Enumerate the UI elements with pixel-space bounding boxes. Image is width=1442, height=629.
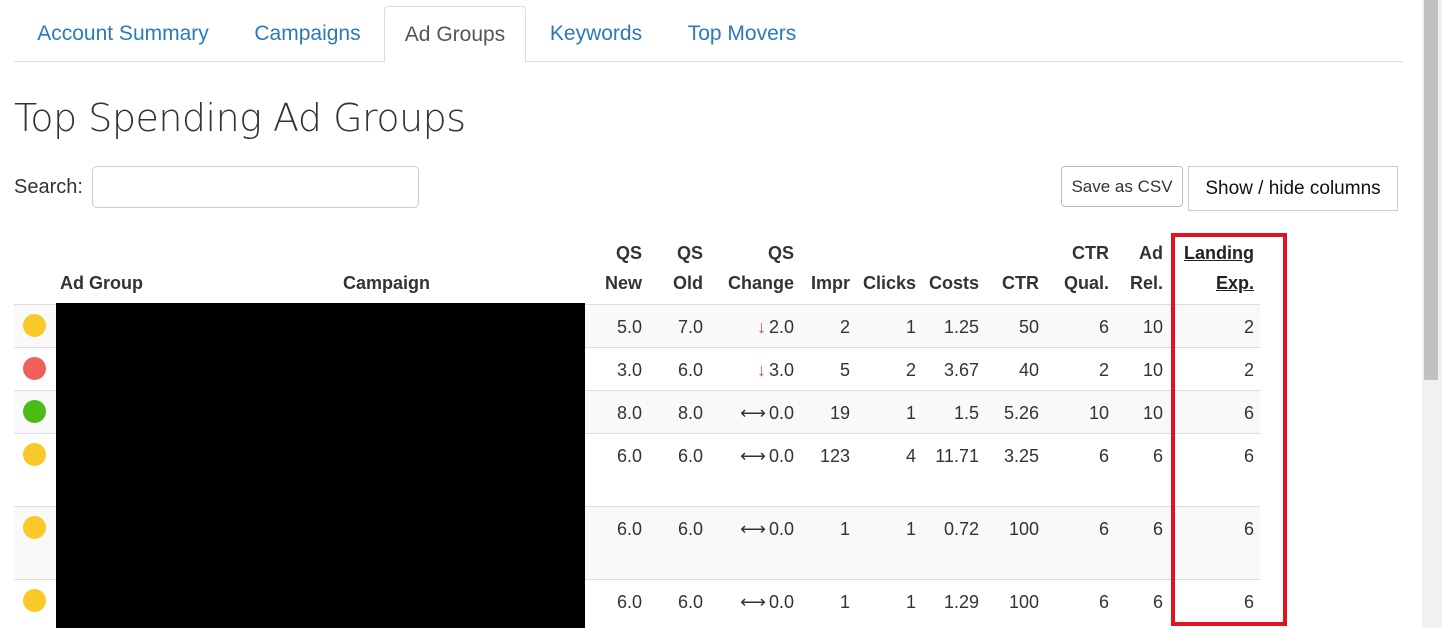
status-dot — [23, 314, 46, 337]
change-indicator: ↓ — [756, 360, 766, 380]
cell-clicks: 2 — [905, 360, 916, 380]
cell-clicks: 1 — [905, 519, 916, 539]
cell-ad-rel: 6 — [1152, 519, 1163, 539]
col-header-campaign[interactable]: Campaign — [343, 268, 430, 298]
search-input[interactable] — [92, 166, 419, 208]
cell-clicks: 1 — [905, 317, 916, 337]
col-header-clicks[interactable]: Clicks — [858, 268, 916, 298]
cell-qs-new: 3.0 — [616, 360, 642, 380]
change-indicator: ⟷ — [740, 592, 766, 612]
cell-landing-exp: 6 — [1243, 446, 1254, 466]
col-header-ctr[interactable]: CTR — [990, 268, 1039, 298]
cell-landing-exp: 2 — [1243, 317, 1254, 337]
col-header-ad-group[interactable]: Ad Group — [60, 268, 143, 298]
cell-costs: 3.67 — [943, 360, 979, 380]
cell-ad-rel: 6 — [1152, 446, 1163, 466]
cell-landing-exp: 6 — [1243, 592, 1254, 612]
cell-costs: 11.71 — [935, 446, 979, 466]
cell-qs-old: 6.0 — [677, 446, 703, 466]
tab-top-movers[interactable]: Top Movers — [666, 6, 818, 60]
col-header-costs[interactable]: Costs — [922, 268, 979, 298]
cell-ctr-qual: 6 — [1098, 592, 1109, 612]
col-header-qs-old[interactable]: QS Old — [650, 238, 703, 298]
cell-ctr-qual: 6 — [1098, 317, 1109, 337]
tab-campaigns[interactable]: Campaigns — [236, 6, 379, 60]
cell-qs-change: ⟷ 0.0 — [740, 592, 794, 612]
cell-costs: 0.72 — [943, 519, 979, 539]
cell-landing-exp: 6 — [1243, 519, 1254, 539]
tab-keywords[interactable]: Keywords — [530, 6, 662, 60]
cell-landing-exp: 6 — [1243, 403, 1254, 423]
status-dot — [23, 400, 46, 423]
cell-ctr-qual: 10 — [1088, 403, 1109, 423]
cell-qs-new: 6.0 — [616, 446, 642, 466]
cell-impr: 123 — [819, 446, 850, 466]
cell-ctr: 40 — [1018, 360, 1039, 380]
show-hide-columns-button[interactable]: Show / hide columns — [1188, 166, 1398, 211]
cell-ctr-qual: 6 — [1098, 446, 1109, 466]
cell-qs-old: 6.0 — [677, 519, 703, 539]
cell-ad-rel: 10 — [1142, 317, 1163, 337]
cell-clicks: 4 — [905, 446, 916, 466]
cell-qs-new: 5.0 — [616, 317, 642, 337]
cell-ctr: 100 — [1008, 592, 1039, 612]
col-header-ctr-qual[interactable]: CTR Qual. — [1050, 238, 1109, 298]
cell-qs-new: 8.0 — [616, 403, 642, 423]
search-label: Search: — [14, 176, 83, 198]
scrollbar-thumb[interactable] — [1424, 0, 1438, 380]
cell-impr: 1 — [839, 592, 850, 612]
cell-qs-change: ⟷ 0.0 — [740, 446, 794, 466]
col-header-qs-change[interactable]: QS Change — [710, 238, 794, 298]
save-as-csv-button[interactable]: Save as CSV — [1061, 166, 1183, 207]
cell-ctr: 100 — [1008, 519, 1039, 539]
cell-qs-old: 8.0 — [677, 403, 703, 423]
redacted-ad-group-campaign-area — [56, 303, 585, 628]
cell-qs-old: 7.0 — [677, 317, 703, 337]
col-header-impr[interactable]: Impr — [800, 268, 850, 298]
cell-clicks: 1 — [905, 592, 916, 612]
page-title: Top Spending Ad Groups — [14, 96, 466, 140]
cell-ctr-qual: 6 — [1098, 519, 1109, 539]
cell-ad-rel: 10 — [1142, 403, 1163, 423]
cell-costs: 1.5 — [953, 403, 979, 423]
cell-ctr: 3.25 — [1003, 446, 1039, 466]
cell-qs-new: 6.0 — [616, 592, 642, 612]
cell-costs: 1.25 — [943, 317, 979, 337]
cell-qs-change: ↓ 2.0 — [756, 317, 794, 337]
cell-ctr: 50 — [1018, 317, 1039, 337]
col-header-ad-rel[interactable]: Ad Rel. — [1118, 238, 1163, 298]
change-indicator: ↓ — [756, 317, 766, 337]
cell-ad-rel: 6 — [1152, 592, 1163, 612]
cell-impr: 2 — [839, 317, 850, 337]
cell-ctr: 5.26 — [1003, 403, 1039, 423]
cell-qs-new: 6.0 — [616, 519, 642, 539]
cell-qs-old: 6.0 — [677, 592, 703, 612]
cell-impr: 19 — [829, 403, 850, 423]
cell-impr: 5 — [839, 360, 850, 380]
cell-qs-change: ↓ 3.0 — [756, 360, 794, 380]
change-indicator: ⟷ — [740, 403, 766, 423]
cell-ctr-qual: 2 — [1098, 360, 1109, 380]
cell-impr: 1 — [839, 519, 850, 539]
col-header-qs-new[interactable]: QS New — [580, 238, 642, 298]
status-dot — [23, 443, 46, 466]
cell-ad-rel: 10 — [1142, 360, 1163, 380]
cell-qs-change: ⟷ 0.0 — [740, 403, 794, 423]
tab-bar: Account Summary Campaigns Ad Groups Keyw… — [14, 0, 1403, 63]
cell-costs: 1.29 — [943, 592, 979, 612]
col-header-landing-exp[interactable]: Landing Exp. — [1176, 238, 1254, 298]
tab-account-summary[interactable]: Account Summary — [14, 6, 232, 60]
status-dot — [23, 589, 46, 612]
cell-landing-exp: 2 — [1243, 360, 1254, 380]
cell-qs-change: ⟷ 0.0 — [740, 519, 794, 539]
change-indicator: ⟷ — [740, 519, 766, 539]
status-dot — [23, 357, 46, 380]
change-indicator: ⟷ — [740, 446, 766, 466]
status-dot — [23, 516, 46, 539]
tab-ad-groups[interactable]: Ad Groups — [384, 6, 526, 63]
cell-clicks: 1 — [905, 403, 916, 423]
cell-qs-old: 6.0 — [677, 360, 703, 380]
